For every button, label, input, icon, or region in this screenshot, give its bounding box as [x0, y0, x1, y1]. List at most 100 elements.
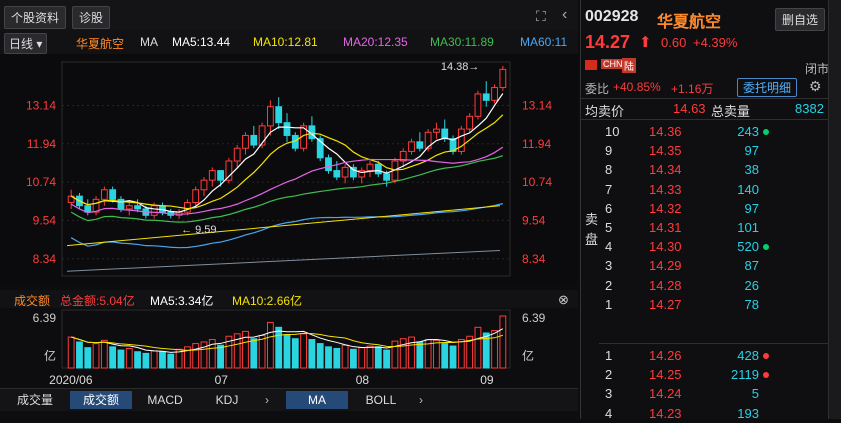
sell-level-row[interactable]: 3 14.29 87: [581, 256, 829, 275]
volume-bar: [300, 333, 308, 369]
ma120-line: [66, 205, 501, 247]
level-number: 8: [605, 162, 613, 178]
diagnose-button[interactable]: 诊股: [72, 6, 111, 29]
scrollbar[interactable]: [828, 0, 841, 419]
ratio-diff: +1.16万: [671, 82, 714, 96]
x-tick-label: 2020/06: [49, 373, 93, 387]
x-tick-label: 08: [356, 373, 370, 387]
level-volume: 26: [744, 277, 759, 293]
candle-body: [499, 68, 507, 89]
level-volume: 5: [751, 386, 759, 402]
buy-level-row[interactable]: 4 14.23 193: [581, 404, 829, 423]
volume-chart[interactable]: 6.39 6.39 亿 亿: [0, 308, 578, 372]
level-volume: 243: [737, 124, 759, 139]
volume-bar: [100, 339, 108, 369]
candle-body: [441, 128, 449, 140]
tab-turnover[interactable]: 成交额: [70, 391, 132, 409]
order-detail-button[interactable]: 委托明细: [737, 78, 798, 97]
candle-body: [275, 106, 283, 124]
candle-body: [366, 163, 374, 172]
tab-ma[interactable]: MA: [286, 391, 348, 409]
volume-bar: [358, 347, 366, 369]
ma5-value: MA5:13.44: [172, 35, 231, 49]
period-select[interactable]: 日线 ▾: [4, 33, 48, 54]
volume-total: 总金额:5.04亿: [60, 294, 135, 308]
candle-body: [341, 166, 349, 178]
volume-bar: [217, 344, 224, 369]
sell-level-row[interactable]: 5 14.31 101: [581, 218, 829, 237]
level-price: 14.31: [649, 220, 682, 235]
ratio-label: 委比: [585, 82, 610, 96]
remove-watchlist-button[interactable]: 删自选: [775, 8, 826, 31]
close-icon[interactable]: ⊗: [558, 292, 569, 308]
level-number: 3: [605, 258, 613, 274]
volume-bar: [283, 334, 291, 369]
volume-y-top-right: 6.39: [522, 311, 546, 325]
tab-macd[interactable]: MACD: [136, 391, 194, 409]
candle-body: [325, 157, 332, 172]
sell-level-row[interactable]: 8 14.34 38: [581, 160, 829, 179]
level-volume: 101: [737, 220, 759, 235]
volume-bar: [142, 352, 150, 369]
ma10-value: MA10:12.81: [253, 35, 318, 49]
green-dot-icon: [763, 244, 769, 251]
buy-level-row[interactable]: 2 14.25 2119: [581, 365, 829, 384]
x-tick-label: 07: [215, 373, 229, 387]
volume-bar: [192, 343, 200, 369]
total-ask-label: 总卖量: [711, 104, 751, 119]
candle-body: [125, 205, 133, 210]
candle-body: [150, 205, 158, 216]
candle-body: [466, 115, 474, 130]
volume-bar: [366, 345, 374, 369]
divider: [599, 343, 829, 344]
sell-level-row[interactable]: 6 14.32 97: [581, 199, 829, 218]
sell-level-row[interactable]: 7 14.33 140: [581, 180, 829, 199]
volume-bar: [333, 347, 341, 369]
candle-body: [233, 147, 241, 162]
buy-level-row[interactable]: 3 14.24 5: [581, 384, 829, 403]
sell-level-row[interactable]: 4 14.30 520: [581, 237, 829, 256]
level-number: 4: [605, 405, 613, 421]
buy-level-row[interactable]: 1 14.26 428: [581, 346, 829, 365]
sell-level-row[interactable]: 1 14.27 78: [581, 295, 829, 314]
level-volume: 78: [744, 296, 759, 312]
sell-level-row[interactable]: 2 14.28 26: [581, 276, 829, 295]
top-toolbar: 个股资料 诊股 ⛶ ‹: [0, 0, 578, 31]
volume-bar: [474, 326, 482, 369]
chevron-right-icon[interactable]: ›: [414, 391, 428, 409]
y-tick-left: 9.54: [33, 213, 57, 227]
volume-bar: [200, 341, 208, 369]
price-change: 0.60: [661, 35, 687, 50]
tab-volume[interactable]: 成交量: [6, 391, 64, 409]
volume-bar: [266, 321, 274, 369]
gear-icon[interactable]: ⚙: [809, 78, 822, 95]
candle-body: [408, 141, 415, 152]
level-volume: 193: [737, 405, 759, 421]
volume-bar: [150, 350, 158, 369]
y-tick-right: 13.14: [522, 98, 552, 112]
ma-label: MA: [140, 35, 158, 49]
volume-bar: [92, 343, 100, 369]
market-status: 闭市: [805, 62, 830, 76]
y-tick-right: 10.74: [522, 175, 552, 189]
volume-bar: [134, 351, 141, 369]
tab-kdj[interactable]: KDJ: [198, 391, 256, 409]
level-volume: 97: [744, 143, 759, 159]
level-number: 2: [605, 277, 613, 293]
candle-body: [208, 170, 216, 181]
stock-profile-button[interactable]: 个股资料: [4, 6, 67, 29]
market-tag: 陆: [622, 58, 636, 73]
tab-boll[interactable]: BOLL: [352, 391, 410, 409]
sell-level-row[interactable]: 9 14.35 97: [581, 141, 829, 160]
volume-bar: [383, 349, 391, 369]
ma5-line: [70, 93, 504, 213]
volume-bar: [457, 339, 465, 369]
volume-bar: [250, 338, 258, 369]
candlestick-chart[interactable]: 13.14 13.14 11.94 11.94 10.74 10.74 9.54 9.54 8.…: [0, 54, 578, 284]
chevron-left-icon[interactable]: ‹: [562, 6, 567, 24]
sell-level-row[interactable]: 10 14.36 243: [581, 122, 829, 141]
expand-icon[interactable]: ⛶: [536, 8, 546, 25]
level-price: 14.33: [649, 181, 682, 197]
avg-ask-value: 14.63: [673, 101, 706, 116]
chevron-right-icon[interactable]: ›: [260, 391, 274, 409]
